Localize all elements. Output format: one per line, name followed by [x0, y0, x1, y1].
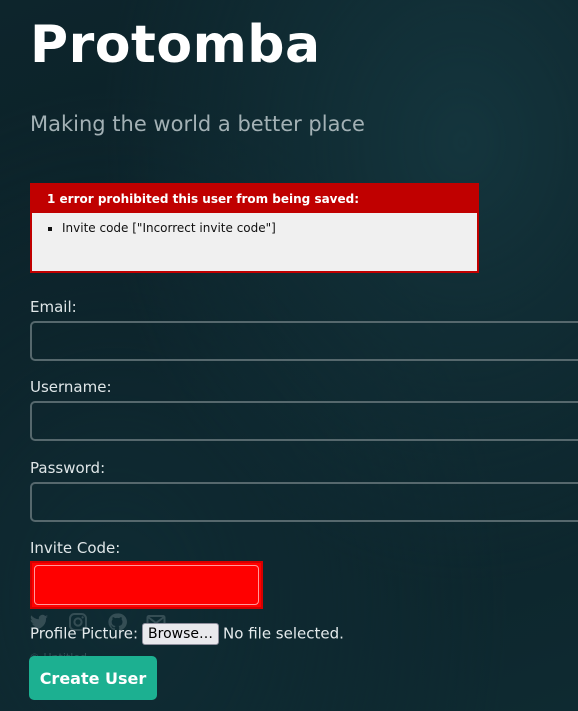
email-label: Email:	[30, 298, 77, 316]
username-field[interactable]	[30, 401, 578, 441]
invite-code-label: Invite Code:	[30, 539, 121, 557]
username-label: Username:	[30, 378, 112, 396]
password-label: Password:	[30, 459, 106, 477]
password-field[interactable]	[30, 482, 578, 522]
create-user-button[interactable]: Create User	[29, 656, 157, 700]
error-list: Invite code ["Incorrect invite code"]	[32, 221, 477, 235]
invite-code-field[interactable]	[30, 561, 263, 609]
error-explanation: 1 error prohibited this user from being …	[30, 183, 479, 273]
site-title: Protomba	[30, 15, 321, 75]
file-status: No file selected.	[223, 624, 344, 643]
profile-picture-label: Profile Picture:	[30, 624, 139, 643]
browse-button[interactable]: Browse…	[142, 622, 220, 645]
profile-picture-row: Profile Picture: Browse… No file selected.	[30, 621, 344, 645]
error-heading: 1 error prohibited this user from being …	[32, 185, 477, 213]
invite-code-input[interactable]	[34, 565, 259, 605]
error-item: Invite code ["Incorrect invite code"]	[62, 221, 477, 235]
email-field[interactable]	[30, 321, 578, 361]
site-tagline: Making the world a better place	[30, 112, 365, 136]
